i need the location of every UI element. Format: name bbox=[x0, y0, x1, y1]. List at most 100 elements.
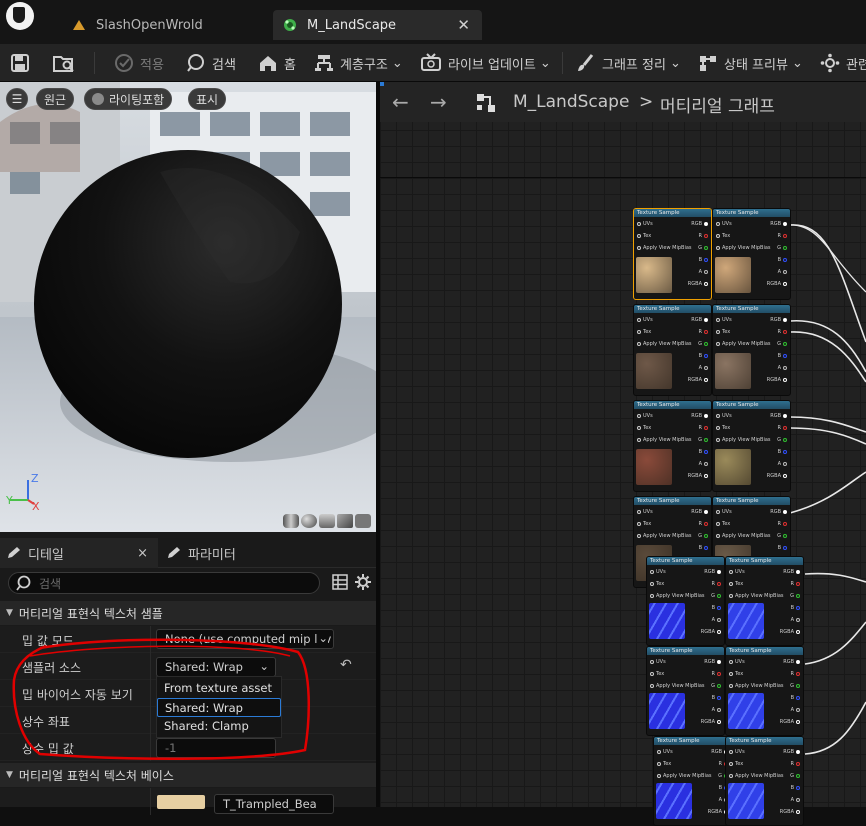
node-output-pin[interactable]: B bbox=[791, 605, 800, 611]
node-output-pin[interactable]: A bbox=[699, 461, 708, 467]
node-input-pin[interactable]: Tex bbox=[637, 329, 651, 335]
node-output-pin[interactable]: A bbox=[778, 365, 787, 371]
close-icon[interactable]: × bbox=[137, 546, 148, 561]
browse-button[interactable] bbox=[52, 50, 82, 76]
node-output-pin[interactable]: B bbox=[712, 695, 721, 701]
save-button[interactable] bbox=[10, 50, 36, 76]
table-view-icon[interactable] bbox=[332, 574, 348, 590]
node-output-pin[interactable]: G bbox=[790, 683, 800, 689]
texture-sample-node[interactable]: Texture Sample UVs Tex Apply View MipBias RG… bbox=[725, 736, 804, 826]
node-output-pin[interactable]: A bbox=[699, 365, 708, 371]
node-input-pin[interactable]: Tex bbox=[650, 671, 664, 677]
node-input-pin[interactable]: UVs bbox=[657, 749, 673, 755]
node-output-pin[interactable]: R bbox=[778, 233, 787, 239]
node-input-pin[interactable]: Tex bbox=[657, 761, 671, 767]
details-search-input[interactable]: 검색 bbox=[8, 572, 320, 594]
node-output-pin[interactable]: B bbox=[778, 257, 787, 263]
node-input-pin[interactable]: Tex bbox=[637, 233, 651, 239]
node-input-pin[interactable]: Tex bbox=[729, 581, 743, 587]
node-output-pin[interactable]: RGB bbox=[770, 413, 787, 419]
node-output-pin[interactable]: G bbox=[698, 533, 708, 539]
node-input-pin[interactable]: Apply View MipBias bbox=[729, 593, 784, 599]
node-input-pin[interactable]: Apply View MipBias bbox=[657, 773, 712, 779]
node-output-pin[interactable]: RGB bbox=[691, 221, 708, 227]
node-input-pin[interactable]: Tex bbox=[637, 521, 651, 527]
node-input-pin[interactable]: UVs bbox=[716, 509, 732, 515]
node-output-pin[interactable]: B bbox=[712, 605, 721, 611]
texture-sample-node[interactable]: Texture Sample UVs Tex Apply View MipBias RG… bbox=[646, 556, 725, 646]
node-output-pin[interactable]: R bbox=[712, 581, 721, 587]
node-output-pin[interactable]: G bbox=[790, 773, 800, 779]
node-input-pin[interactable]: Apply View MipBias bbox=[637, 437, 692, 443]
node-output-pin[interactable]: RGBA bbox=[701, 629, 721, 635]
node-input-pin[interactable]: UVs bbox=[637, 317, 653, 323]
hierarchy-button[interactable]: 계층구조 ⌄ bbox=[314, 50, 403, 76]
mesh-preview-icon[interactable] bbox=[355, 514, 371, 528]
node-input-pin[interactable]: Apply View MipBias bbox=[637, 341, 692, 347]
node-output-pin[interactable]: A bbox=[699, 269, 708, 275]
node-output-pin[interactable]: G bbox=[777, 437, 787, 443]
node-output-pin[interactable]: RGBA bbox=[780, 629, 800, 635]
node-output-pin[interactable]: RGBA bbox=[767, 377, 787, 383]
node-output-pin[interactable]: RGB bbox=[704, 659, 721, 665]
node-output-pin[interactable]: B bbox=[791, 785, 800, 791]
node-output-pin[interactable]: RGB bbox=[770, 221, 787, 227]
node-input-pin[interactable]: UVs bbox=[729, 659, 745, 665]
node-output-pin[interactable]: A bbox=[791, 707, 800, 713]
tab-parameters[interactable]: 파라미터 bbox=[166, 538, 236, 568]
node-output-pin[interactable]: RGBA bbox=[780, 809, 800, 815]
node-input-pin[interactable]: Tex bbox=[716, 521, 730, 527]
node-output-pin[interactable]: R bbox=[699, 521, 708, 527]
node-output-pin[interactable]: RGBA bbox=[688, 473, 708, 479]
node-output-pin[interactable]: RGBA bbox=[701, 719, 721, 725]
node-output-pin[interactable]: RGBA bbox=[767, 281, 787, 287]
node-output-pin[interactable]: B bbox=[699, 353, 708, 359]
node-output-pin[interactable]: R bbox=[778, 329, 787, 335]
texture-sample-node[interactable]: Texture Sample UVs Tex Apply View MipBias RG… bbox=[646, 646, 725, 736]
node-input-pin[interactable]: Tex bbox=[637, 425, 651, 431]
apply-button[interactable]: 적용 bbox=[114, 50, 164, 76]
node-output-pin[interactable]: RGB bbox=[770, 317, 787, 323]
texture-sample-node[interactable]: Texture Sample UVs Tex Apply View MipBias RG… bbox=[633, 304, 712, 396]
cylinder-preview-icon[interactable] bbox=[283, 514, 299, 528]
node-input-pin[interactable]: Tex bbox=[650, 581, 664, 587]
node-output-pin[interactable]: RGBA bbox=[688, 281, 708, 287]
category-texture-sample[interactable]: ▼ 머티리얼 표현식 텍스처 샘플 bbox=[0, 601, 376, 625]
node-output-pin[interactable]: G bbox=[711, 683, 721, 689]
node-output-pin[interactable]: RGBA bbox=[767, 473, 787, 479]
node-input-pin[interactable]: Tex bbox=[716, 233, 730, 239]
material-preview-viewport[interactable]: ☰ 원근 라이팅포함 표시 Z Y X bbox=[0, 82, 376, 532]
node-output-pin[interactable]: R bbox=[791, 581, 800, 587]
node-output-pin[interactable]: B bbox=[699, 257, 708, 263]
node-output-pin[interactable]: RGB bbox=[770, 509, 787, 515]
close-icon[interactable]: ✕ bbox=[457, 16, 470, 34]
node-output-pin[interactable]: G bbox=[777, 341, 787, 347]
node-output-pin[interactable]: RGB bbox=[704, 569, 721, 575]
node-output-pin[interactable]: RGB bbox=[783, 659, 800, 665]
node-output-pin[interactable]: R bbox=[791, 671, 800, 677]
node-output-pin[interactable]: RGB bbox=[691, 413, 708, 419]
node-output-pin[interactable]: A bbox=[778, 461, 787, 467]
node-input-pin[interactable]: Tex bbox=[729, 671, 743, 677]
node-input-pin[interactable]: Apply View MipBias bbox=[716, 533, 771, 539]
tab-slashopenworld[interactable]: SlashOpenWrold bbox=[62, 10, 272, 40]
tab-m-landscape[interactable]: M_LandScape ✕ bbox=[273, 10, 482, 40]
show-button[interactable]: 표시 bbox=[188, 88, 227, 110]
node-output-pin[interactable]: B bbox=[699, 545, 708, 551]
node-output-pin[interactable]: R bbox=[778, 521, 787, 527]
unreal-logo-icon[interactable] bbox=[6, 2, 34, 30]
node-input-pin[interactable]: UVs bbox=[637, 509, 653, 515]
texture-sample-node[interactable]: Texture Sample UVs Tex Apply View MipBias RG… bbox=[712, 400, 791, 492]
node-output-pin[interactable]: R bbox=[778, 425, 787, 431]
node-input-pin[interactable]: Apply View MipBias bbox=[637, 533, 692, 539]
node-input-pin[interactable]: UVs bbox=[729, 569, 745, 575]
node-input-pin[interactable]: UVs bbox=[716, 221, 732, 227]
texture-sample-node[interactable]: Texture Sample UVs Tex Apply View MipBias RG… bbox=[712, 304, 791, 396]
node-output-pin[interactable]: A bbox=[712, 617, 721, 623]
node-output-pin[interactable]: G bbox=[790, 593, 800, 599]
node-output-pin[interactable]: B bbox=[699, 449, 708, 455]
node-output-pin[interactable]: G bbox=[698, 437, 708, 443]
texture-sample-node[interactable]: Texture Sample UVs Tex Apply View MipBias RG… bbox=[712, 208, 791, 300]
plane-preview-icon[interactable] bbox=[319, 514, 335, 528]
node-output-pin[interactable]: A bbox=[778, 269, 787, 275]
